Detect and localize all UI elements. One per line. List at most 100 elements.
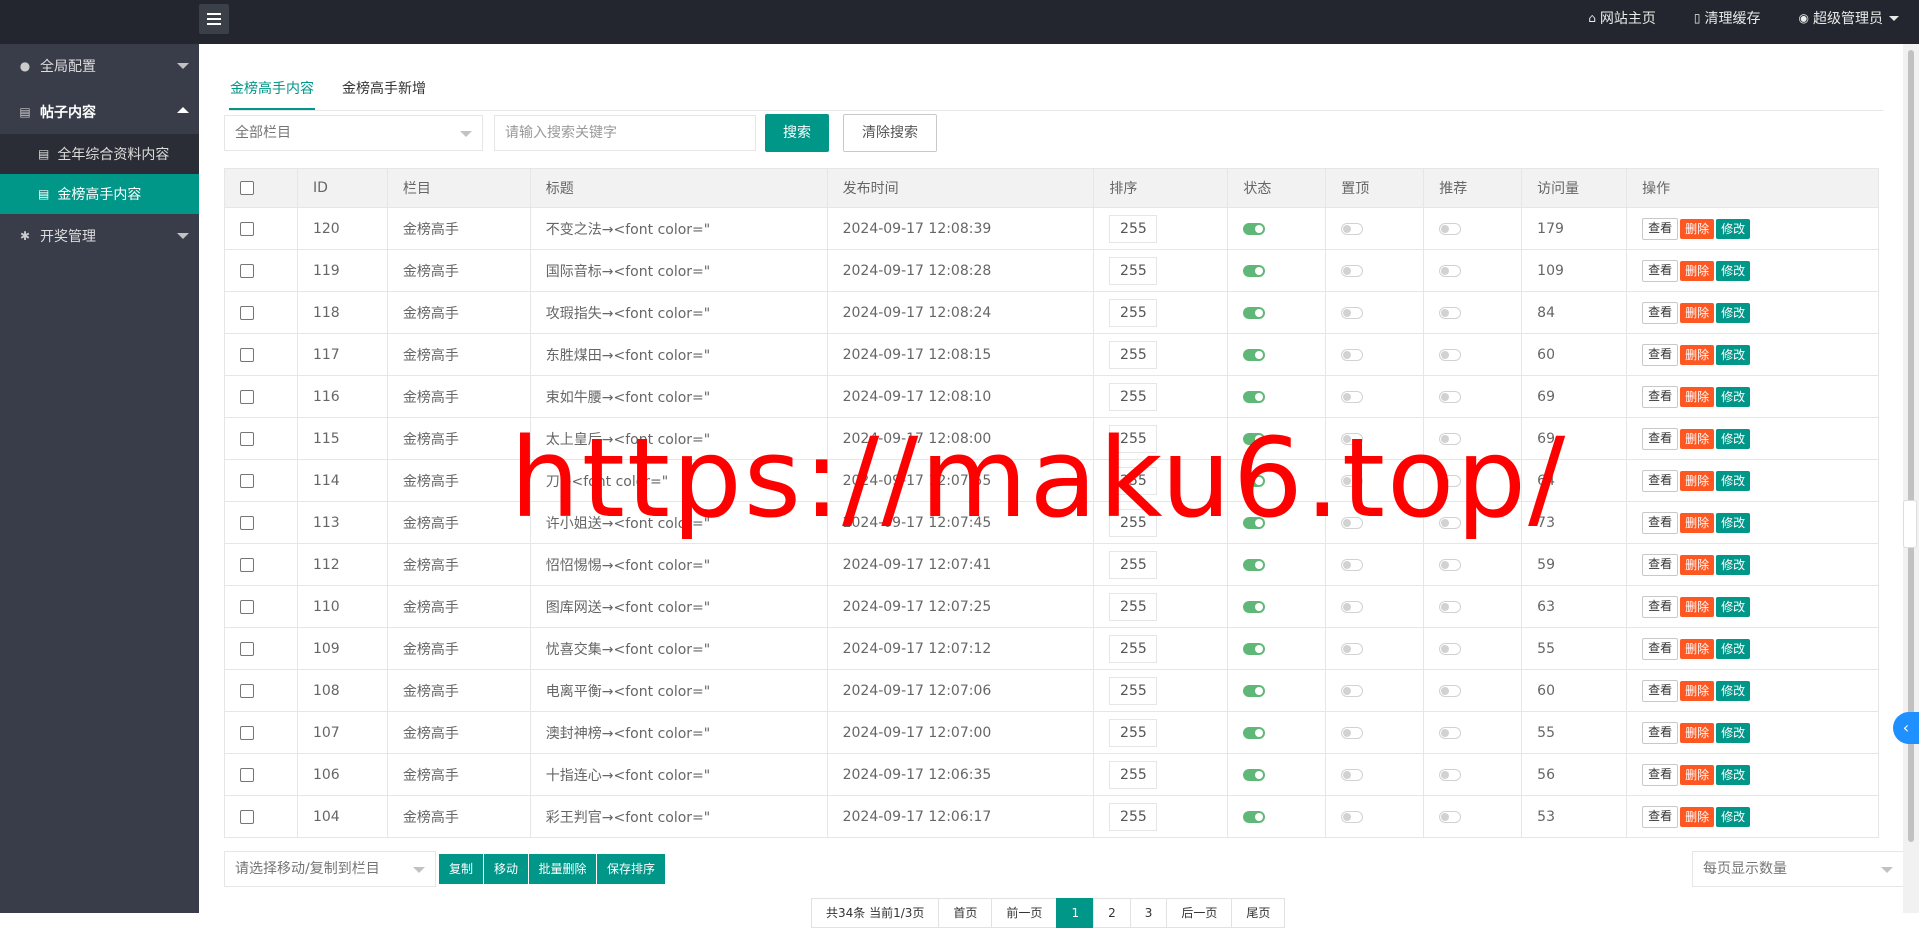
save-sort-button[interactable]: 保存排序 <box>597 854 666 884</box>
sort-input[interactable]: 255 <box>1109 718 1158 747</box>
edit-button[interactable]: 修改 <box>1716 554 1751 575</box>
edit-button[interactable]: 修改 <box>1716 512 1751 533</box>
delete-button[interactable]: 删除 <box>1680 680 1715 701</box>
delete-button[interactable]: 删除 <box>1680 218 1715 239</box>
view-button[interactable]: 查看 <box>1642 343 1679 366</box>
recommend-toggle[interactable] <box>1439 306 1462 319</box>
row-checkbox[interactable] <box>240 683 254 698</box>
status-toggle[interactable] <box>1243 684 1266 697</box>
status-toggle[interactable] <box>1243 768 1266 781</box>
pagination-next[interactable]: 后一页 <box>1166 898 1233 928</box>
view-button[interactable]: 查看 <box>1642 259 1679 282</box>
edit-button[interactable]: 修改 <box>1716 260 1751 281</box>
recommend-toggle[interactable] <box>1439 768 1462 781</box>
recommend-toggle[interactable] <box>1439 810 1462 823</box>
view-button[interactable]: 查看 <box>1642 721 1679 744</box>
move-button[interactable]: 移动 <box>484 854 529 884</box>
row-checkbox[interactable] <box>240 725 254 740</box>
status-toggle[interactable] <box>1243 264 1266 277</box>
edit-button[interactable]: 修改 <box>1716 596 1751 617</box>
view-button[interactable]: 查看 <box>1642 301 1679 324</box>
view-button[interactable]: 查看 <box>1642 637 1679 660</box>
edit-button[interactable]: 修改 <box>1716 722 1751 743</box>
move-copy-target-select[interactable]: 请选择移动/复制到栏目 <box>224 851 436 887</box>
delete-button[interactable]: 删除 <box>1680 302 1715 323</box>
pagination-page-2[interactable]: 2 <box>1093 898 1131 928</box>
delete-button[interactable]: 删除 <box>1680 386 1715 407</box>
sidebar-section-global-config[interactable]: ● 全局配置 <box>0 44 199 88</box>
page-scrollbar[interactable] <box>1903 44 1919 913</box>
delete-button[interactable]: 删除 <box>1680 596 1715 617</box>
sort-input[interactable]: 255 <box>1109 550 1158 579</box>
row-checkbox[interactable] <box>240 809 254 824</box>
pin-top-toggle[interactable] <box>1341 768 1364 781</box>
pagination-page-3[interactable]: 3 <box>1129 898 1168 928</box>
nav-home-link[interactable]: ⌂ 网站主页 <box>1588 8 1656 28</box>
sort-input[interactable]: 255 <box>1109 256 1158 285</box>
pin-top-toggle[interactable] <box>1341 684 1364 697</box>
delete-button[interactable]: 删除 <box>1680 260 1715 281</box>
sidebar-section-post-content[interactable]: ▤ 帖子内容 <box>0 90 199 134</box>
status-toggle[interactable] <box>1243 348 1266 361</box>
sort-input[interactable]: 255 <box>1109 214 1158 243</box>
view-button[interactable]: 查看 <box>1642 805 1679 828</box>
float-collapse-button[interactable]: ‹ <box>1893 712 1919 744</box>
row-checkbox[interactable] <box>240 305 254 320</box>
recommend-toggle[interactable] <box>1439 726 1462 739</box>
sort-input[interactable]: 255 <box>1109 592 1158 621</box>
row-checkbox[interactable] <box>240 557 254 572</box>
status-toggle[interactable] <box>1243 726 1266 739</box>
delete-button[interactable]: 删除 <box>1680 554 1715 575</box>
recommend-toggle[interactable] <box>1439 348 1462 361</box>
pagination-first[interactable]: 首页 <box>938 898 993 928</box>
status-toggle[interactable] <box>1243 558 1266 571</box>
pin-top-toggle[interactable] <box>1341 558 1364 571</box>
search-button[interactable]: 搜索 <box>765 114 829 152</box>
pin-top-toggle[interactable] <box>1341 348 1364 361</box>
row-checkbox[interactable] <box>240 347 254 362</box>
keyword-search-input[interactable]: 请输入搜索关键字 <box>494 115 756 151</box>
pin-top-toggle[interactable] <box>1341 726 1364 739</box>
view-button[interactable]: 查看 <box>1642 763 1679 786</box>
edit-button[interactable]: 修改 <box>1716 470 1751 491</box>
recommend-toggle[interactable] <box>1439 264 1462 277</box>
pin-top-toggle[interactable] <box>1341 222 1364 235</box>
copy-button[interactable]: 复制 <box>439 854 484 884</box>
row-checkbox[interactable] <box>240 389 254 404</box>
status-toggle[interactable] <box>1243 810 1266 823</box>
sort-input[interactable]: 255 <box>1109 760 1158 789</box>
edit-button[interactable]: 修改 <box>1716 806 1751 827</box>
per-page-select[interactable]: 每页显示数量 <box>1692 851 1904 887</box>
pagination-page-1[interactable]: 1 <box>1056 898 1095 928</box>
view-button[interactable]: 查看 <box>1642 217 1679 240</box>
view-button[interactable]: 查看 <box>1642 553 1679 576</box>
edit-button[interactable]: 修改 <box>1716 218 1751 239</box>
row-checkbox[interactable] <box>240 515 254 530</box>
side-panel-tab[interactable] <box>1903 500 1917 548</box>
status-toggle[interactable] <box>1243 642 1266 655</box>
tab-jinbang-add[interactable]: 金榜高手新增 <box>341 70 427 108</box>
view-button[interactable]: 查看 <box>1642 385 1679 408</box>
sort-input[interactable]: 255 <box>1109 340 1158 369</box>
pagination-prev[interactable]: 前一页 <box>991 898 1058 928</box>
edit-button[interactable]: 修改 <box>1716 764 1751 785</box>
delete-button[interactable]: 删除 <box>1680 764 1715 785</box>
clear-search-button[interactable]: 清除搜索 <box>843 114 937 152</box>
view-button[interactable]: 查看 <box>1642 595 1679 618</box>
menu-toggle-button[interactable] <box>199 4 229 34</box>
pin-top-toggle[interactable] <box>1341 264 1364 277</box>
delete-button[interactable]: 删除 <box>1680 722 1715 743</box>
recommend-toggle[interactable] <box>1439 558 1462 571</box>
delete-button[interactable]: 删除 <box>1680 806 1715 827</box>
recommend-toggle[interactable] <box>1439 642 1462 655</box>
view-button[interactable]: 查看 <box>1642 469 1679 492</box>
delete-button[interactable]: 删除 <box>1680 470 1715 491</box>
view-button[interactable]: 查看 <box>1642 511 1679 534</box>
nav-clear-cache-link[interactable]: ▯ 清理缓存 <box>1694 8 1761 28</box>
sidebar-section-lottery-management[interactable]: ✱ 开奖管理 <box>0 214 199 258</box>
status-toggle[interactable] <box>1243 390 1266 403</box>
row-checkbox[interactable] <box>240 641 254 656</box>
edit-button[interactable]: 修改 <box>1716 428 1751 449</box>
sort-input[interactable]: 255 <box>1109 382 1158 411</box>
sidebar-item-jinbang-content[interactable]: ▤ 金榜高手内容 <box>0 174 199 214</box>
